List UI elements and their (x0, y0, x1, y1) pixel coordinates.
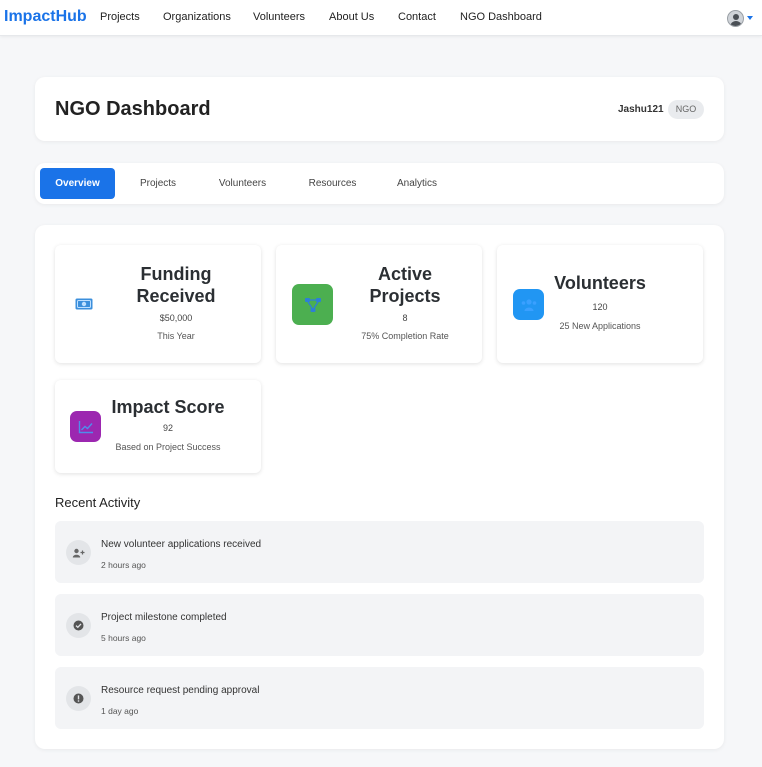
stat-subtitle: 75% Completion Rate (361, 331, 449, 341)
tab-resources[interactable]: Resources (295, 168, 370, 199)
stat-card-funding: Funding Received $50,000 This Year (55, 245, 261, 363)
activity-text: New volunteer applications received (101, 539, 262, 550)
activity-text: Resource request pending approval (101, 685, 260, 696)
info-circle-icon (66, 686, 91, 711)
role-badge: NGO (668, 100, 704, 119)
stat-title: Active Projects (369, 264, 441, 306)
tab-analytics[interactable]: Analytics (382, 168, 452, 199)
stat-card-active-projects: Active Projects 8 75% Completion Rate (276, 245, 482, 363)
chevron-down-icon (747, 16, 753, 20)
brand-logo[interactable]: ImpactHub (4, 8, 87, 26)
tab-volunteers[interactable]: Volunteers (205, 168, 280, 199)
nav-link-about-us[interactable]: About Us (329, 11, 374, 23)
stat-value: 92 (162, 423, 173, 433)
page-title: NGO Dashboard (55, 98, 211, 120)
users-icon (513, 289, 544, 320)
nav-link-contact[interactable]: Contact (398, 11, 436, 23)
stat-card-volunteers: Volunteers 120 25 New Applications (497, 245, 703, 363)
tab-overview[interactable]: Overview (40, 168, 115, 199)
dashboard-tabs: Overview Projects Volunteers Resources A… (35, 163, 724, 204)
dashboard-header: NGO Dashboard Jashu121 NGO (35, 77, 724, 141)
activity-time: 1 day ago (101, 706, 139, 716)
activity-time: 2 hours ago (101, 560, 146, 570)
stat-title: Funding Received (136, 264, 216, 306)
stat-card-impact-score: Impact Score 92 Based on Project Success (55, 380, 261, 473)
tab-projects[interactable]: Projects (123, 168, 193, 199)
user-plus-icon (66, 540, 91, 565)
activity-item[interactable]: Resource request pending approval 1 day … (55, 667, 704, 729)
check-circle-icon (66, 613, 91, 638)
nav-link-volunteers[interactable]: Volunteers (253, 11, 305, 23)
overview-panel: Funding Received $50,000 This Year Activ… (35, 225, 724, 749)
stat-value: $50,000 (159, 313, 193, 323)
activity-text: Project milestone completed (101, 612, 227, 623)
stat-value: 8 (402, 313, 408, 323)
chart-line-icon (70, 411, 101, 442)
activity-item[interactable]: Project milestone completed 5 hours ago (55, 594, 704, 656)
user-avatar-icon (727, 9, 744, 27)
username: Jashu121 (618, 104, 664, 115)
stat-subtitle: 25 New Applications (559, 321, 641, 331)
recent-activity-title: Recent Activity (55, 495, 141, 510)
stat-value: 120 (592, 302, 608, 312)
user-menu-toggle[interactable] (727, 9, 755, 27)
top-navbar: ImpactHub Projects Organizations Volunte… (0, 0, 762, 36)
stat-title: Impact Score (111, 397, 225, 417)
stat-title: Volunteers (554, 273, 646, 293)
money-icon (73, 295, 95, 313)
nav-link-projects[interactable]: Projects (100, 11, 140, 23)
activity-item[interactable]: New volunteer applications received 2 ho… (55, 521, 704, 583)
nav-link-organizations[interactable]: Organizations (163, 11, 231, 23)
nav-link-ngo-dashboard[interactable]: NGO Dashboard (460, 11, 542, 23)
stat-subtitle: This Year (157, 331, 195, 341)
stat-subtitle: Based on Project Success (115, 442, 221, 452)
project-diagram-icon (292, 284, 333, 325)
activity-time: 5 hours ago (101, 633, 146, 643)
